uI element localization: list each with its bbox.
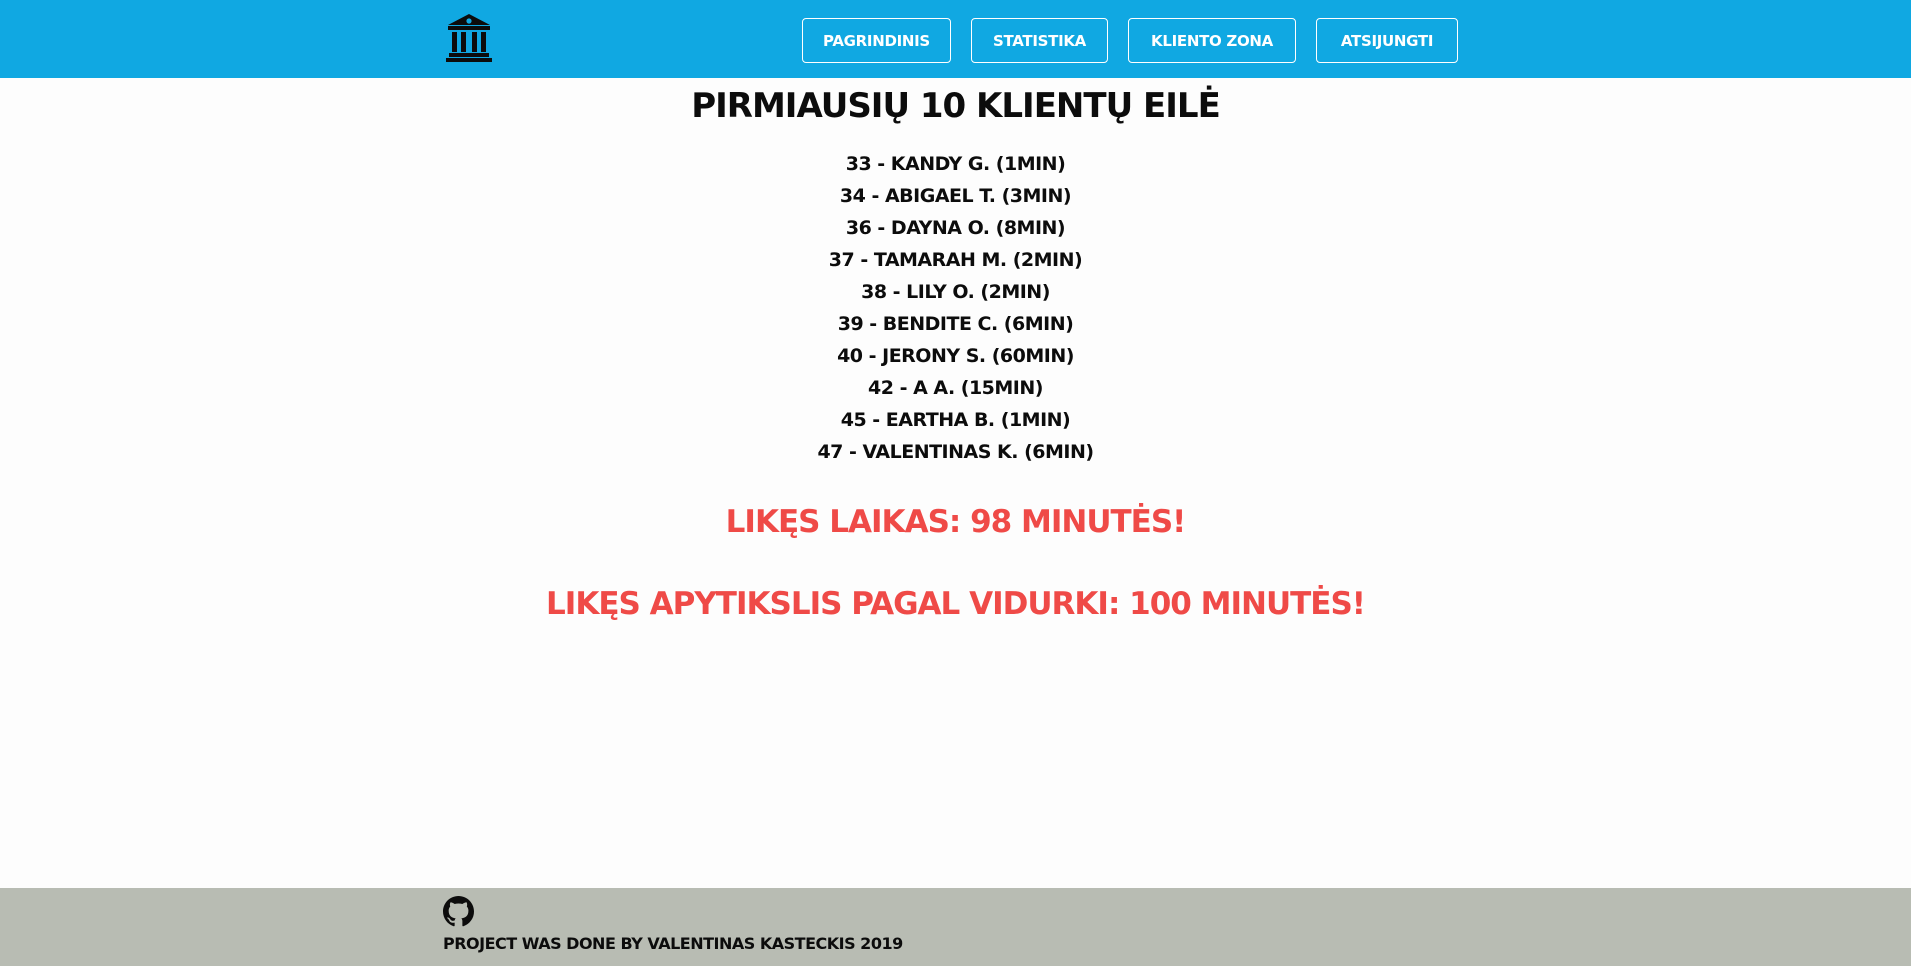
queue-item: 33 - KANDY G. (1MIN) [845, 153, 1066, 175]
queue-item: 36 - DAYNA O. (8MIN) [845, 217, 1066, 239]
queue-item: 39 - BENDITE C. (6MIN) [837, 313, 1074, 335]
nav-pagrindinis-button[interactable]: PAGRINDINIS [802, 18, 951, 63]
queue-item: 34 - ABIGAEL T. (3MIN) [839, 185, 1072, 207]
page-title: PIRMIAUSIŲ 10 KLIENTŲ EILĖ [691, 86, 1221, 126]
footer-credit: PROJECT WAS DONE BY VALENTINAS KASTECKIS… [443, 934, 903, 953]
estimated-time-text: LIKĘS APYTIKSLIS PAGAL VIDURKI: 100 MINU… [546, 586, 1366, 622]
queue-item: 47 - VALENTINAS K. (6MIN) [817, 441, 1094, 463]
bank-icon[interactable] [444, 12, 494, 64]
page-footer: PROJECT WAS DONE BY VALENTINAS KASTECKIS… [0, 888, 1911, 966]
queue-item: 38 - LILY O. (2MIN) [861, 281, 1050, 303]
nav-kliento-zona-button[interactable]: KLIENTO ZONA [1128, 18, 1296, 63]
nav-statistika-button[interactable]: STATISTIKA [971, 18, 1108, 63]
queue-item: 45 - EARTHA B. (1MIN) [840, 409, 1071, 431]
nav-atsijungti-button[interactable]: ATSIJUNGTI [1316, 18, 1458, 63]
client-queue-list: 33 - KANDY G. (1MIN) 34 - ABIGAEL T. (3M… [0, 148, 1911, 468]
remaining-time-text: LIKĘS LAIKAS: 98 MINUTĖS! [725, 504, 1187, 540]
github-icon[interactable] [443, 896, 474, 927]
queue-item: 40 - JERONY S. (60MIN) [837, 345, 1074, 367]
queue-item: 37 - TAMARAH M. (2MIN) [828, 249, 1083, 271]
queue-item: 42 - A A. (15MIN) [868, 377, 1043, 399]
top-navbar: PAGRINDINIS STATISTIKA KLIENTO ZONA ATSI… [0, 0, 1911, 78]
